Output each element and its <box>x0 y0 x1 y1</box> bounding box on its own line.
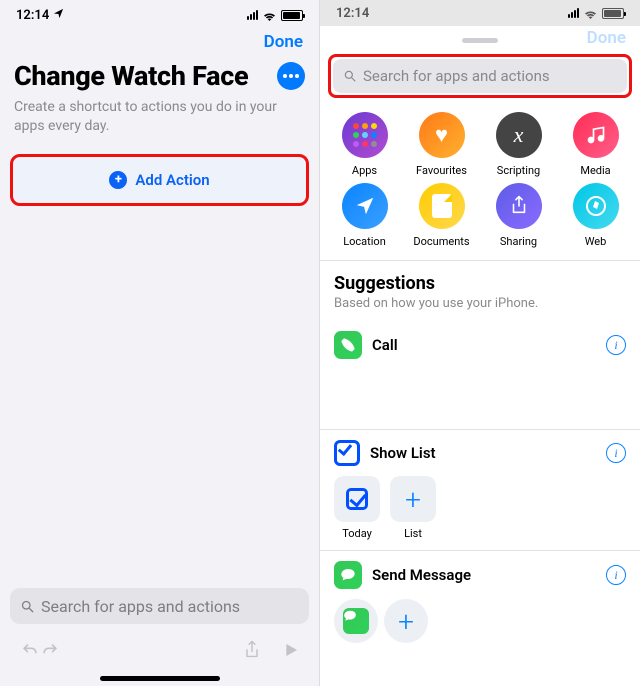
run-button[interactable] <box>283 642 299 658</box>
heart-icon: ♥ <box>419 112 465 158</box>
suggestions-subheading: Based on how you use your iPhone. <box>320 296 640 321</box>
search-input[interactable]: Search for apps and actions <box>333 59 627 93</box>
option-list[interactable]: + List <box>390 476 436 540</box>
category-web[interactable]: Web <box>557 183 634 248</box>
plus-circle-icon: + <box>109 171 127 189</box>
bottom-toolbar <box>0 630 319 670</box>
search-icon <box>20 599 35 614</box>
suggestions-heading: Suggestions <box>320 261 640 296</box>
checkbox-icon <box>334 440 360 466</box>
apps-icon <box>342 112 388 158</box>
plus-icon: + <box>398 605 414 638</box>
category-media[interactable]: Media <box>557 112 634 177</box>
redo-button[interactable] <box>40 640 60 660</box>
category-apps[interactable]: Apps <box>326 112 403 177</box>
search-icon <box>343 69 357 83</box>
category-favourites[interactable]: ♥ Favourites <box>403 112 480 177</box>
phone-app-icon <box>334 331 362 359</box>
status-time: 12:14 <box>336 6 369 21</box>
shortcut-editor-screen: 12:14 Done Change Watch Face Create a sh… <box>0 0 320 686</box>
search-input[interactable]: Search for apps and actions <box>10 588 309 624</box>
category-sharing[interactable]: Sharing <box>480 183 557 248</box>
recipient-bubble[interactable] <box>334 599 378 643</box>
category-documents[interactable]: Documents <box>403 183 480 248</box>
done-button[interactable]: Done <box>587 28 626 48</box>
checkbox-checked-icon <box>346 488 368 510</box>
suggestion-send-message[interactable]: Send Message i <box>320 551 640 599</box>
plus-icon: + <box>405 483 421 516</box>
page-title: Change Watch Face <box>14 60 248 92</box>
location-services-icon <box>53 8 64 23</box>
add-recipient-button[interactable]: + <box>384 599 428 643</box>
wifi-icon <box>583 8 598 19</box>
document-icon <box>419 183 465 229</box>
search-highlight: Search for apps and actions <box>328 54 632 98</box>
action-picker-screen: 12:14 Done Search for apps and actions A… <box>320 0 640 686</box>
search-placeholder: Search for apps and actions <box>363 67 550 85</box>
undo-button[interactable] <box>20 640 40 660</box>
option-today[interactable]: Today <box>334 476 380 540</box>
status-bar: 12:14 <box>320 0 640 22</box>
suggestion-call[interactable]: Call i <box>320 321 640 369</box>
info-button[interactable]: i <box>606 443 626 463</box>
more-options-button[interactable] <box>277 62 305 90</box>
music-note-icon <box>573 112 619 158</box>
share-icon <box>496 183 542 229</box>
info-button[interactable]: i <box>606 335 626 355</box>
status-bar: 12:14 <box>0 4 319 26</box>
battery-icon <box>281 10 303 21</box>
battery-icon <box>602 8 624 19</box>
add-action-highlight: + Add Action <box>10 154 309 206</box>
wifi-icon <box>262 10 277 21</box>
home-indicator[interactable] <box>0 670 319 686</box>
add-action-button[interactable]: + Add Action <box>15 159 304 201</box>
search-placeholder: Search for apps and actions <box>41 597 240 616</box>
category-location[interactable]: Location <box>326 183 403 248</box>
done-button[interactable]: Done <box>264 32 303 52</box>
share-button[interactable] <box>243 640 261 660</box>
suggestion-show-list[interactable]: Show List i <box>320 430 640 476</box>
cellular-signal-icon <box>247 10 258 20</box>
status-time: 12:14 <box>16 8 49 23</box>
sheet-grabber[interactable] <box>462 38 498 43</box>
page-subtitle: Create a shortcut to actions you do in y… <box>0 98 319 136</box>
cellular-signal-icon <box>568 8 579 18</box>
category-grid: Apps ♥ Favourites x Scripting Media Loca… <box>320 108 640 260</box>
info-button[interactable]: i <box>606 565 626 585</box>
compass-icon <box>573 183 619 229</box>
category-scripting[interactable]: x Scripting <box>480 112 557 177</box>
add-action-label: Add Action <box>135 171 209 189</box>
messages-app-icon <box>343 608 369 634</box>
location-arrow-icon <box>342 183 388 229</box>
scripting-icon: x <box>496 112 542 158</box>
messages-app-icon <box>334 561 362 589</box>
